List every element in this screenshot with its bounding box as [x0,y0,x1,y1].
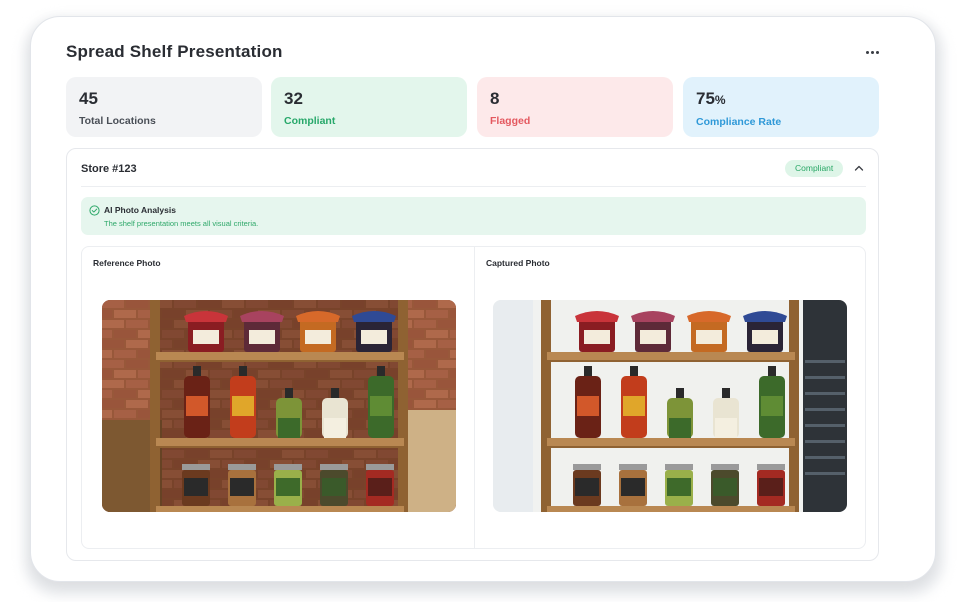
captured-photo[interactable] [493,300,847,512]
stat-compliant: 32 Compliant [271,77,467,137]
divider [81,186,866,187]
photo-divider [474,247,475,548]
stat-compliance-rate: 75% Compliance Rate [683,77,879,137]
shelf-board [547,352,795,360]
jar-lid [711,464,739,470]
more-options-button[interactable] [858,44,886,60]
jar-label [322,478,346,496]
jar-label [667,478,691,496]
reference-shelf-image [102,300,456,512]
jar-lid [182,464,210,470]
shelf-board [156,438,404,446]
jar-label [696,330,722,344]
bottle-label [761,396,783,416]
jar-label [361,330,387,344]
reference-photo[interactable] [102,300,456,512]
stat-total-locations: 45 Total Locations [66,77,262,137]
jar-label [276,478,300,496]
jar-label [759,478,783,496]
store-aisle [803,300,847,512]
stat-unit: % [714,93,726,107]
stat-label: Compliant [284,115,336,127]
jar-label [640,330,666,344]
bottle-label [370,396,392,416]
captured-shelf-image [493,300,847,512]
shelf-post [541,300,551,512]
jar-lid [366,464,394,470]
jar-label [713,478,737,496]
jar-lid [619,464,647,470]
stat-label: Total Locations [79,115,156,127]
shelf-post [398,300,408,512]
stat-value: 75% [696,89,865,110]
bottle-label [232,396,254,416]
shelf-board [547,506,795,512]
more-horizontal-icon [865,50,869,54]
bottle-label [577,396,599,416]
stat-value: 32 [284,89,303,108]
check-circle-icon [89,205,100,216]
jar-label [584,330,610,344]
dot [870,50,874,54]
stat-number: 75 [696,89,715,108]
jar-label [575,478,599,496]
jar-lid [320,464,348,470]
jar-label [249,330,275,344]
ai-analysis-title: AI Photo Analysis [104,205,176,215]
jar-label [621,478,645,496]
jar-lid [665,464,693,470]
stat-label: Compliance Rate [696,116,782,128]
bottle-label [715,418,737,438]
bottle-label [278,418,300,438]
stat-value: 45 [79,89,98,108]
shelf-board [547,438,795,446]
reference-photo-label: Reference Photo [93,258,161,268]
jar-label [368,478,392,496]
photo-comparison: Reference Photo Captured Photo [81,246,866,549]
captured-photo-label: Captured Photo [486,258,550,268]
ai-analysis-text: The shelf presentation meets all visual … [104,219,259,228]
shelf-board [156,506,404,512]
stat-label: Flagged [490,115,531,127]
jar-lid [757,464,785,470]
jar-label [184,478,208,496]
bottle-label [669,418,691,438]
ai-analysis-panel: AI Photo Analysis The shelf presentation… [81,197,866,235]
page-title: Spread Shelf Presentation [66,42,283,61]
bottle-label [186,396,208,416]
shelf-post [150,300,160,512]
stat-flagged: 8 Flagged [477,77,673,137]
bottle-label [324,418,346,438]
jar-label [305,330,331,344]
shelf-board [156,352,404,360]
status-badge: Compliant [785,160,844,177]
chevron-up-icon[interactable] [853,162,865,174]
jar-label [230,478,254,496]
stat-value: 8 [490,89,500,108]
jar-lid [228,464,256,470]
jar-label [752,330,778,344]
dot [875,50,879,54]
shelf-post [789,300,799,512]
window [493,300,533,512]
store-card: Store #123 Compliant AI Photo Analysis T… [66,148,879,561]
jar-lid [573,464,601,470]
bottle-label [623,396,645,416]
store-title: Store #123 [81,163,137,175]
jar-label [193,330,219,344]
jar-lid [274,464,302,470]
